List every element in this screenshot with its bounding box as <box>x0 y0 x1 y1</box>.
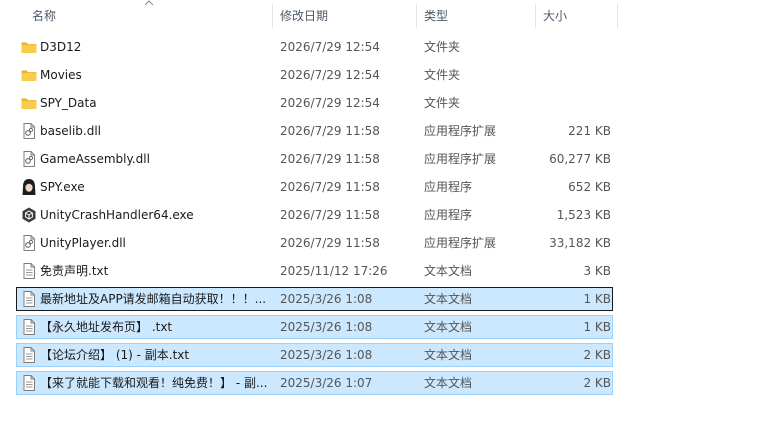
column-divider[interactable] <box>272 4 273 28</box>
file-size: 1 KB <box>583 292 611 306</box>
file-date: 2025/3/26 1:08 <box>280 320 373 334</box>
text-file-icon <box>20 262 38 280</box>
file-date: 2025/3/26 1:08 <box>280 292 373 306</box>
file-row[interactable]: 最新地址及APP请发邮箱自动获取！！！... 2025/3/26 1:08 文本文档… <box>16 287 613 311</box>
file-row[interactable]: 【永久地址发布页】 .txt 2025/3/26 1:08 文本文档 1 KB <box>16 315 613 339</box>
text-file-icon <box>20 318 38 336</box>
file-type: 应用程序 <box>424 208 473 222</box>
app-avatar-icon <box>20 178 38 196</box>
file-size: 221 KB <box>568 124 611 138</box>
text-file-icon <box>20 290 38 308</box>
file-row[interactable]: 免责声明.txt 2025/11/12 17:26 文本文档 3 KB <box>16 259 613 283</box>
folder-icon <box>20 94 38 112</box>
file-name: 【来了就能下载和观看！纯免费！】 - 副... <box>40 376 268 390</box>
file-name: GameAssembly.dll <box>40 152 150 166</box>
sort-ascending-icon <box>144 0 154 6</box>
dll-icon <box>20 122 38 140</box>
file-name: D3D12 <box>40 40 82 54</box>
file-size: 652 KB <box>568 180 611 194</box>
column-size[interactable]: 大小 <box>543 0 567 32</box>
file-date: 2026/7/29 12:54 <box>280 40 380 54</box>
file-name: 免责声明.txt <box>40 264 109 278</box>
file-name: UnityPlayer.dll <box>40 236 126 250</box>
file-date: 2026/7/29 11:58 <box>280 124 380 138</box>
column-date[interactable]: 修改日期 <box>280 0 328 32</box>
file-date: 2025/3/26 1:08 <box>280 348 373 362</box>
file-type: 文件夹 <box>424 68 461 82</box>
file-row[interactable]: UnityPlayer.dll 2026/7/29 11:58 应用程序扩展 33,1… <box>16 231 613 255</box>
file-name: SPY_Data <box>40 96 97 110</box>
file-row[interactable]: UnityCrashHandler64.exe 2026/7/29 11:58 应用… <box>16 203 613 227</box>
file-name: 【论坛介绍】 (1) - 副本.txt <box>40 348 190 362</box>
file-name: SPY.exe <box>40 180 85 194</box>
file-size: 33,182 KB <box>549 236 611 250</box>
file-date: 2025/3/26 1:07 <box>280 376 373 390</box>
column-divider[interactable] <box>535 4 536 28</box>
file-row[interactable]: GameAssembly.dll 2026/7/29 11:58 应用程序扩展 60,… <box>16 147 613 171</box>
file-size: 1,523 KB <box>556 208 611 222</box>
file-name: baselib.dll <box>40 124 101 138</box>
file-size: 2 KB <box>583 376 611 390</box>
column-header: 名称 修改日期 类型 大小 <box>0 0 757 32</box>
dll-icon <box>20 150 38 168</box>
file-type: 文件夹 <box>424 96 461 110</box>
column-type[interactable]: 类型 <box>424 0 448 32</box>
file-type: 文本文档 <box>424 348 473 362</box>
folder-icon <box>20 66 38 84</box>
column-divider[interactable] <box>617 4 618 28</box>
file-row[interactable]: D3D12 2026/7/29 12:54 文件夹 <box>16 35 613 59</box>
file-type: 应用程序扩展 <box>424 236 497 250</box>
file-date: 2025/11/12 17:26 <box>280 264 388 278</box>
file-size: 1 KB <box>583 320 611 334</box>
file-row[interactable]: SPY_Data 2026/7/29 12:54 文件夹 <box>16 91 613 115</box>
file-row[interactable]: SPY.exe 2026/7/29 11:58 应用程序 652 KB <box>16 175 613 199</box>
file-size: 60,277 KB <box>549 152 611 166</box>
file-name: 最新地址及APP请发邮箱自动获取！！！... <box>40 292 267 306</box>
file-date: 2026/7/29 11:58 <box>280 180 380 194</box>
file-type: 文本文档 <box>424 320 473 334</box>
file-size: 2 KB <box>583 348 611 362</box>
file-size <box>537 64 611 86</box>
file-row[interactable]: 【论坛介绍】 (1) - 副本.txt 2025/3/26 1:08 文本文档 2 K… <box>16 343 613 367</box>
file-type: 应用程序 <box>424 180 473 194</box>
text-file-icon <box>20 374 38 392</box>
file-date: 2026/7/29 11:58 <box>280 208 380 222</box>
column-name[interactable]: 名称 <box>32 0 56 32</box>
file-row[interactable]: baselib.dll 2026/7/29 11:58 应用程序扩展 221 KB <box>16 119 613 143</box>
dll-icon <box>20 234 38 252</box>
file-date: 2026/7/29 11:58 <box>280 152 380 166</box>
file-type: 文本文档 <box>424 264 473 278</box>
file-size <box>537 92 611 114</box>
file-size <box>537 36 611 58</box>
file-row[interactable]: 【来了就能下载和观看！纯免费！】 - 副... 2025/3/26 1:07 文本文… <box>16 371 613 395</box>
file-date: 2026/7/29 12:54 <box>280 96 380 110</box>
file-name: 【永久地址发布页】 .txt <box>40 320 173 334</box>
column-divider[interactable] <box>416 4 417 28</box>
file-date: 2026/7/29 12:54 <box>280 68 380 82</box>
text-file-icon <box>20 346 38 364</box>
file-type: 文本文档 <box>424 376 473 390</box>
file-type: 应用程序扩展 <box>424 152 497 166</box>
file-row[interactable]: Movies 2026/7/29 12:54 文件夹 <box>16 63 613 87</box>
folder-icon <box>20 38 38 56</box>
file-type: 应用程序扩展 <box>424 124 497 138</box>
file-type: 文本文档 <box>424 292 473 306</box>
file-name: Movies <box>40 68 82 82</box>
file-size: 3 KB <box>583 264 611 278</box>
file-type: 文件夹 <box>424 40 461 54</box>
file-name: UnityCrashHandler64.exe <box>40 208 194 222</box>
unity-icon <box>20 206 38 224</box>
file-date: 2026/7/29 11:58 <box>280 236 380 250</box>
